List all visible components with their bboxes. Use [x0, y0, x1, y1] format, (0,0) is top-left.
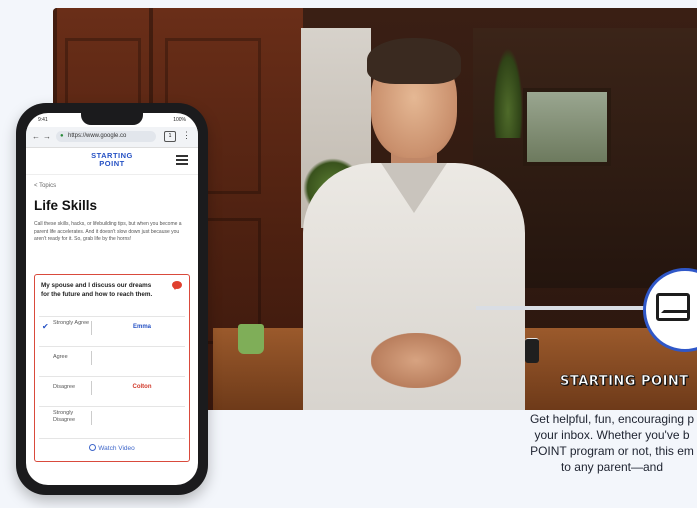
- answer-label: Disagree: [53, 384, 76, 390]
- presenter-hands: [371, 333, 461, 388]
- answer-label: Strongly Agree: [53, 320, 90, 326]
- divider: [91, 321, 92, 335]
- status-battery: 100%: [173, 117, 186, 123]
- envelope-icon: [656, 293, 690, 321]
- respondent-name: Emma: [132, 324, 151, 330]
- logo-line: POINT: [99, 159, 125, 168]
- watch-video-link[interactable]: Watch Video: [39, 438, 185, 459]
- answer-row[interactable]: ✔ Strongly Agree Emma: [39, 316, 185, 339]
- answer-row[interactable]: Strongly Disagree: [39, 406, 185, 429]
- status-time: 9:41: [38, 117, 48, 123]
- forward-arrow-icon[interactable]: →: [43, 132, 51, 141]
- answer-label: Agree: [53, 354, 68, 360]
- phone-notch: [81, 113, 143, 125]
- answer-label: Strongly Disagree: [53, 410, 76, 423]
- url-text: https://www.google.co: [68, 133, 127, 139]
- url-field[interactable]: ● https://www.google.co: [56, 131, 156, 142]
- presenter: [263, 28, 563, 410]
- checkmark-icon: ✔: [42, 322, 49, 331]
- hamburger-menu-icon[interactable]: [176, 155, 188, 165]
- phone-mockup: 9:41 100% ← → ● https://www.google.co 1 …: [16, 103, 208, 495]
- question-text: My spouse and I discuss our dreams for t…: [41, 282, 153, 298]
- description-line: to any parent—and: [560, 460, 664, 474]
- play-icon: [89, 444, 97, 451]
- site-logo[interactable]: STARTING POINT: [84, 152, 140, 168]
- answer-row[interactable]: Agree: [39, 346, 185, 369]
- phone-screen: 9:41 100% ← → ● https://www.google.co 1 …: [26, 113, 198, 485]
- brand-label: STARTING POINT: [560, 374, 689, 390]
- question-card: My spouse and I discuss our dreams for t…: [34, 274, 190, 462]
- intro-text: Call these skills, hacks, or lifebuildin…: [34, 221, 182, 242]
- chat-bubble-icon[interactable]: [172, 281, 182, 290]
- page-title: Life Skills: [34, 198, 98, 213]
- presenter-watch: [525, 338, 539, 363]
- site-header: STARTING POINT: [26, 148, 198, 175]
- tabs-button[interactable]: 1: [164, 131, 176, 142]
- presenter-hair: [367, 38, 461, 84]
- description: Get helpful, fun, encouraging p your inb…: [482, 411, 697, 475]
- divider: [91, 351, 92, 365]
- respondent-name: Colton: [132, 384, 152, 390]
- back-to-topics-link[interactable]: < Topics: [34, 183, 56, 189]
- watch-video-label: Watch Video: [98, 445, 135, 452]
- description-line: your inbox. Whether you've b: [534, 428, 690, 442]
- mug: [238, 324, 264, 354]
- answer-row[interactable]: Disagree Colton: [39, 376, 185, 399]
- back-arrow-icon[interactable]: ←: [32, 132, 40, 141]
- browser-bar: ← → ● https://www.google.co 1 ⋮: [26, 127, 198, 148]
- description-line: POINT program or not, this em: [530, 444, 694, 458]
- divider: [91, 381, 92, 395]
- description-line: Get helpful, fun, encouraging p: [529, 412, 695, 426]
- more-menu-icon[interactable]: ⋮: [182, 130, 191, 141]
- connector-line: [476, 306, 666, 310]
- lock-icon: ●: [60, 133, 64, 139]
- divider: [91, 411, 92, 425]
